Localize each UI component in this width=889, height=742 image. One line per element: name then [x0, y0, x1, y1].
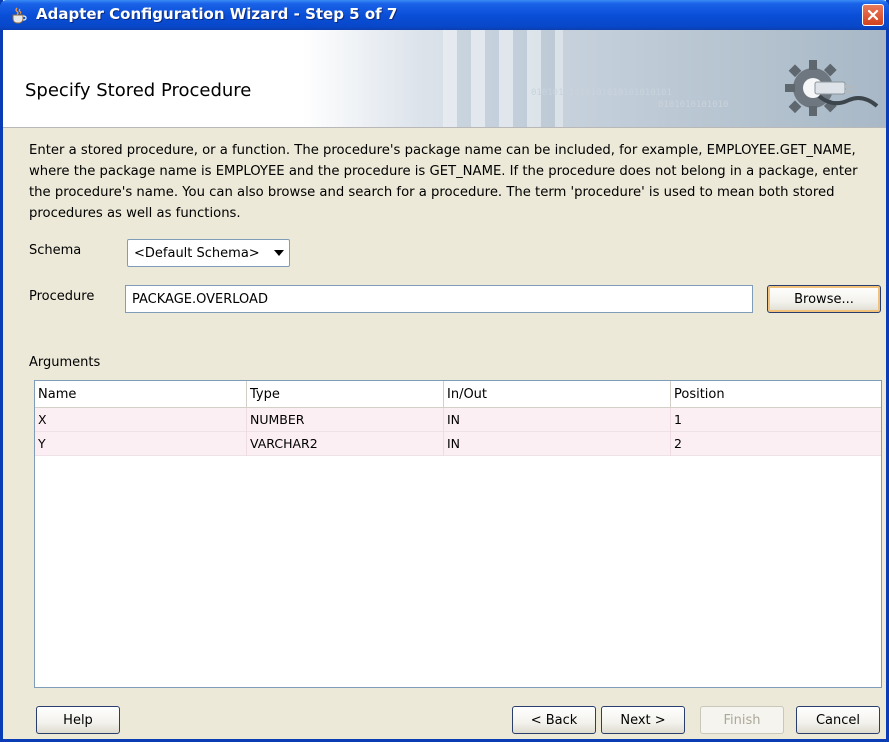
table-header: Name Type In/Out Position	[35, 381, 881, 408]
cell-name: Y	[35, 432, 247, 456]
procedure-input[interactable]	[125, 285, 753, 313]
schema-dropdown[interactable]: <Default Schema>	[127, 239, 290, 267]
gear-plug-icon	[785, 60, 879, 116]
help-button[interactable]: Help	[36, 706, 120, 734]
page-title: Specify Stored Procedure	[25, 80, 252, 101]
table-row[interactable]: Y VARCHAR2 IN 2	[35, 432, 881, 456]
finish-button-label: Finish	[723, 712, 761, 728]
wizard-window: Adapter Configuration Wizard - Step 5 of…	[0, 0, 889, 742]
close-button[interactable]	[862, 4, 884, 26]
next-button-label: Next >	[620, 712, 666, 728]
title-bar[interactable]: Adapter Configuration Wizard - Step 5 of…	[0, 0, 889, 30]
column-header-position[interactable]: Position	[671, 381, 881, 408]
cell-position: 1	[674, 412, 682, 427]
arguments-label: Arguments	[29, 355, 101, 370]
cell-name: X	[35, 408, 247, 432]
arguments-table[interactable]: Name Type In/Out Position X NUMBER IN 1 …	[34, 380, 882, 688]
schema-selected-value: <Default Schema>	[134, 245, 260, 261]
header-banner: Specify Stored Procedure 010101010101010…	[3, 30, 886, 128]
instructions-text: Enter a stored procedure, or a function.…	[29, 143, 858, 221]
cancel-button-label: Cancel	[815, 712, 861, 728]
back-button[interactable]: < Back	[512, 706, 596, 734]
browse-button-label: Browse...	[794, 291, 854, 307]
cell-type: NUMBER	[247, 408, 444, 432]
java-cup-icon	[10, 6, 28, 24]
binary-decor-2: 0101010101010	[658, 100, 729, 110]
browse-button[interactable]: Browse...	[767, 285, 881, 313]
next-button[interactable]: Next >	[601, 706, 685, 734]
procedure-label: Procedure	[29, 289, 95, 304]
back-button-label: < Back	[530, 712, 578, 728]
schema-label: Schema	[29, 243, 82, 258]
cell-position: 2	[674, 436, 682, 451]
table-row[interactable]: X NUMBER IN 1	[35, 408, 881, 432]
close-icon	[867, 9, 879, 21]
column-header-type[interactable]: Type	[247, 381, 444, 408]
banner-decor	[443, 30, 563, 127]
cell-type: VARCHAR2	[247, 432, 444, 456]
cell-inout: IN	[444, 432, 671, 456]
chevron-down-icon	[269, 250, 289, 256]
finish-button[interactable]: Finish	[700, 706, 784, 734]
binary-decor: 01010101010101010101010101	[531, 88, 672, 98]
column-header-inout[interactable]: In/Out	[444, 381, 671, 408]
help-button-label: Help	[63, 712, 93, 728]
window-title: Adapter Configuration Wizard - Step 5 of…	[36, 5, 398, 23]
column-header-name[interactable]: Name	[35, 381, 247, 408]
cell-inout: IN	[444, 408, 671, 432]
cancel-button[interactable]: Cancel	[796, 706, 880, 734]
